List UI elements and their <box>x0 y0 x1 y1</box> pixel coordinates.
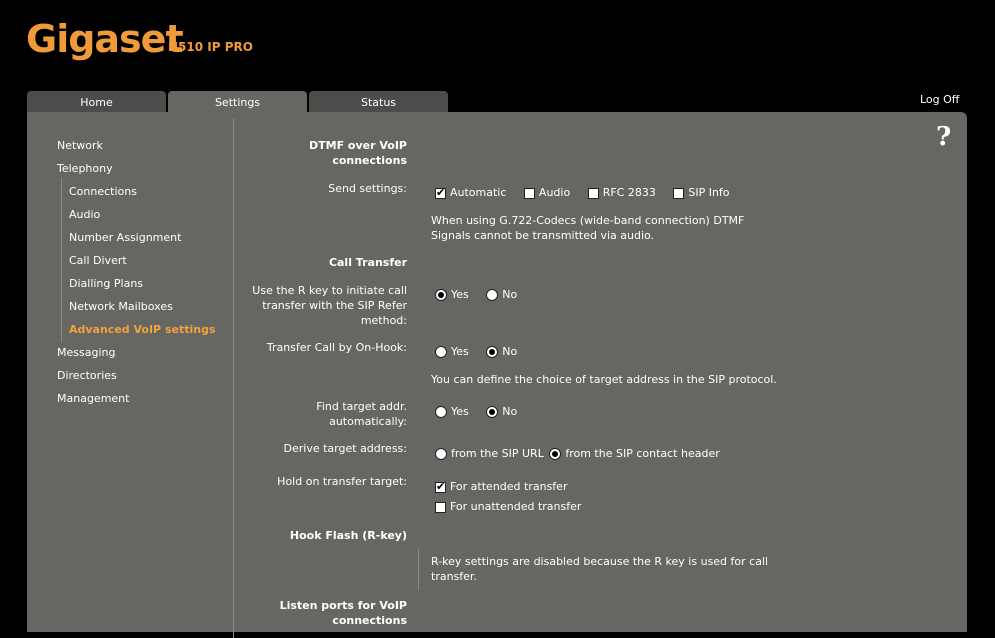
onhook-no-label: No <box>502 345 518 358</box>
rfc2833-label: RFC 2833 <box>602 186 656 199</box>
onhook-no-option[interactable]: No <box>486 344 517 359</box>
sidebar-item-advanced-voip[interactable]: Advanced VoIP settings <box>69 323 216 336</box>
automatic-checkbox[interactable] <box>435 185 446 200</box>
onhook-transfer-options: Yes No <box>435 344 531 359</box>
find-no-label: No <box>502 405 518 418</box>
hold-transfer-label: Hold on transfer target: <box>277 475 407 488</box>
rkey-transfer-options: Yes No <box>435 287 531 302</box>
tab-status[interactable]: Status <box>309 91 448 112</box>
derive-contact-header-radio[interactable] <box>549 448 562 460</box>
hook-flash-note: R-key settings are disabled because the … <box>431 555 769 583</box>
rkey-yes-label: Yes <box>451 288 469 301</box>
sidebar-item-network[interactable]: Network <box>57 139 103 152</box>
log-off-link[interactable]: Log Off <box>920 93 959 106</box>
rkey-yes-radio[interactable] <box>435 289 447 301</box>
sidebar-item-call-divert[interactable]: Call Divert <box>69 254 127 267</box>
find-no-option[interactable]: No <box>486 404 517 419</box>
sidebar-item-directories[interactable]: Directories <box>57 369 117 382</box>
hold-attended-checkbox[interactable] <box>435 479 446 494</box>
dtmf-rfc2833-option[interactable]: RFC 2833 <box>587 185 656 200</box>
onhook-no-radio[interactable] <box>486 346 499 358</box>
gigaset-logo: Gigaset <box>26 17 184 61</box>
section-title-listen-ports: Listen ports for VoIP connections <box>279 599 407 627</box>
sidebar-item-connections[interactable]: Connections <box>69 185 137 198</box>
model-name: N510 IP PRO <box>168 40 253 54</box>
dtmf-audio-option[interactable]: Audio <box>523 185 571 200</box>
find-target-options: Yes No <box>435 404 531 419</box>
hook-flash-divider <box>418 548 419 590</box>
sidebar-item-messaging[interactable]: Messaging <box>57 346 115 359</box>
tab-settings[interactable]: Settings <box>168 91 307 112</box>
hold-attended-label: For attended transfer <box>450 480 568 493</box>
derive-contact-header-option[interactable]: from the SIP contact header <box>549 447 720 460</box>
section-title-call-transfer: Call Transfer <box>328 256 407 269</box>
derive-sip-url-option[interactable]: from the SIP URL <box>435 447 544 460</box>
audio-label: Audio <box>538 186 571 199</box>
target-address-info: You can define the choice of target addr… <box>431 373 777 386</box>
find-yes-radio[interactable] <box>435 406 447 418</box>
audio-checkbox[interactable] <box>523 187 535 199</box>
onhook-yes-option[interactable]: Yes <box>435 344 469 359</box>
derive-contact-header-label: from the SIP contact header <box>565 447 720 460</box>
derive-target-label: Derive target address: <box>283 442 407 455</box>
onhook-yes-radio[interactable] <box>435 346 447 358</box>
sipinfo-label: SIP Info <box>688 186 730 199</box>
rkey-no-label: No <box>502 288 518 301</box>
hold-unattended-label: For unattended transfer <box>450 500 582 513</box>
derive-target-options: from the SIP URL from the SIP contact he… <box>435 446 720 461</box>
sidebar-item-number-assignment[interactable]: Number Assignment <box>69 231 181 244</box>
rkey-transfer-label: Use the R key to initiate call transfer … <box>252 284 407 327</box>
find-no-radio[interactable] <box>486 406 499 418</box>
dtmf-sipinfo-option[interactable]: SIP Info <box>673 185 730 200</box>
section-title-hook-flash: Hook Flash (R-key) <box>289 529 407 542</box>
hold-attended-option[interactable]: For attended transfer <box>435 479 567 494</box>
sipinfo-checkbox[interactable] <box>673 187 685 199</box>
automatic-label: Automatic <box>450 186 507 199</box>
hold-unattended-checkbox[interactable] <box>435 501 446 513</box>
dtmf-note: When using G.722-Codecs (wide-band conne… <box>431 214 745 242</box>
sidebar-item-dialling-plans[interactable]: Dialling Plans <box>69 277 143 290</box>
section-title-dtmf: DTMF over VoIP connections <box>309 139 407 167</box>
derive-sip-url-radio[interactable] <box>435 448 447 460</box>
onhook-transfer-label: Transfer Call by On-Hook: <box>266 341 407 354</box>
rkey-yes-option[interactable]: Yes <box>435 287 469 302</box>
sidebar-divider <box>233 118 234 638</box>
hold-unattended-option[interactable]: For unattended transfer <box>435 499 581 514</box>
submenu-line <box>61 178 62 342</box>
tab-home[interactable]: Home <box>27 91 166 112</box>
dtmf-automatic-option[interactable]: Automatic <box>435 185 506 200</box>
sidebar-item-telephony[interactable]: Telephony <box>57 162 113 175</box>
sidebar-item-audio[interactable]: Audio <box>69 208 100 221</box>
help-icon[interactable]: ? <box>936 122 951 152</box>
find-yes-option[interactable]: Yes <box>435 404 469 419</box>
sidebar-item-network-mailboxes[interactable]: Network Mailboxes <box>69 300 173 313</box>
derive-sip-url-label: from the SIP URL <box>451 447 544 460</box>
settings-panel: Network Telephony Connections Audio Numb… <box>27 112 967 638</box>
send-settings-label: Send settings: <box>328 182 407 195</box>
send-settings-options: Automatic Audio RFC 2833 SIP Info <box>435 185 744 200</box>
sidebar-item-management[interactable]: Management <box>57 392 129 405</box>
rkey-no-option[interactable]: No <box>486 287 517 302</box>
find-target-label: Find target addr. automatically: <box>316 400 407 428</box>
onhook-yes-label: Yes <box>451 345 469 358</box>
rfc2833-checkbox[interactable] <box>587 187 599 199</box>
rkey-no-radio[interactable] <box>486 289 499 301</box>
find-yes-label: Yes <box>451 405 469 418</box>
